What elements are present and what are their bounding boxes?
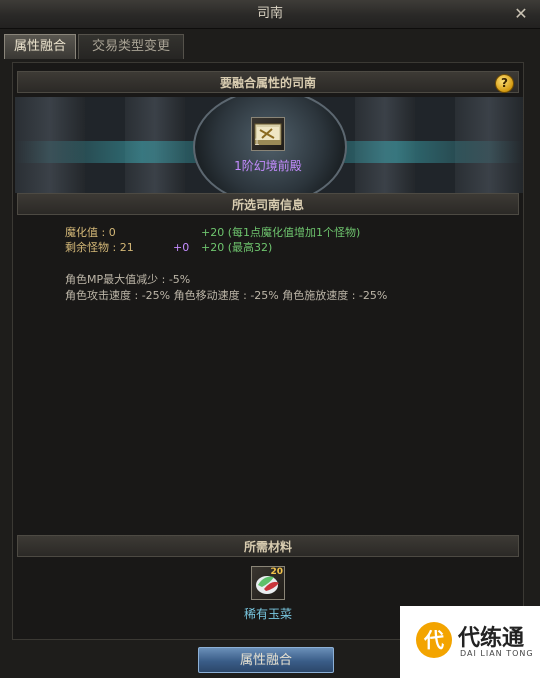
selected-item-name: 1阶幻境前殿 <box>234 159 302 173</box>
watermark-logo-icon: 代 <box>416 622 452 658</box>
speed-reduction-text: 角色攻击速度 : -25% 角色移动速度 : -25% 角色施放速度 : -25… <box>65 289 388 302</box>
compass-banner: 1 1阶幻境前殿 <box>15 97 523 193</box>
magic-value-label: 魔化值 : 0 <box>65 226 116 239</box>
materials-section-title: 所需材料 <box>243 540 292 554</box>
remaining-monsters-label: 剩余怪物 : 21 <box>65 241 134 254</box>
watermark-subtitle: DAI LIAN TONG <box>460 649 534 658</box>
fusion-section-header: 要融合属性的司南 <box>17 71 519 93</box>
window-title: 司南 <box>256 6 283 21</box>
material-slot[interactable]: 20 <box>251 566 285 600</box>
close-icon[interactable]: ✕ <box>510 3 532 25</box>
materials-section-header: 所需材料 <box>17 535 519 557</box>
selected-compass-slot[interactable]: 1 <box>251 117 285 151</box>
mp-reduction-text: 角色MP最大值减少 : -5% <box>65 273 191 286</box>
compass-window: 司南 ✕ 属性融合 交易类型变更 要融合属性的司南 ? 1 1阶幻境前殿 所选司… <box>0 0 540 678</box>
attribute-fusion-button[interactable]: 属性融合 <box>198 647 334 673</box>
title-bar[interactable]: 司南 ✕ <box>0 0 540 29</box>
question-icon[interactable]: ? <box>495 74 514 93</box>
info-section-title: 所选司南信息 <box>231 198 304 212</box>
material-count: 20 <box>270 567 283 577</box>
info-section-header: 所选司南信息 <box>17 193 519 215</box>
fusion-section-title: 要融合属性的司南 <box>219 76 316 90</box>
watermark: 代 代练通 DAI LIAN TONG <box>400 606 540 678</box>
magic-value-bonus: +20 (每1点魔化值增加1个怪物) <box>201 226 361 239</box>
selected-item-count: 1 <box>254 138 260 148</box>
watermark-title: 代练通 <box>458 626 525 651</box>
tab-attribute-fusion[interactable]: 属性融合 <box>4 34 76 59</box>
tab-trade-type-change[interactable]: 交易类型变更 <box>78 34 184 59</box>
remaining-monsters-add: +0 <box>173 241 190 254</box>
remaining-monsters-bonus: +20 (最高32) <box>201 241 273 254</box>
material-name: 稀有玉菜 <box>243 607 292 621</box>
main-panel: 要融合属性的司南 ? 1 1阶幻境前殿 所选司南信息 魔化值: 0 +20 (… <box>12 62 524 640</box>
